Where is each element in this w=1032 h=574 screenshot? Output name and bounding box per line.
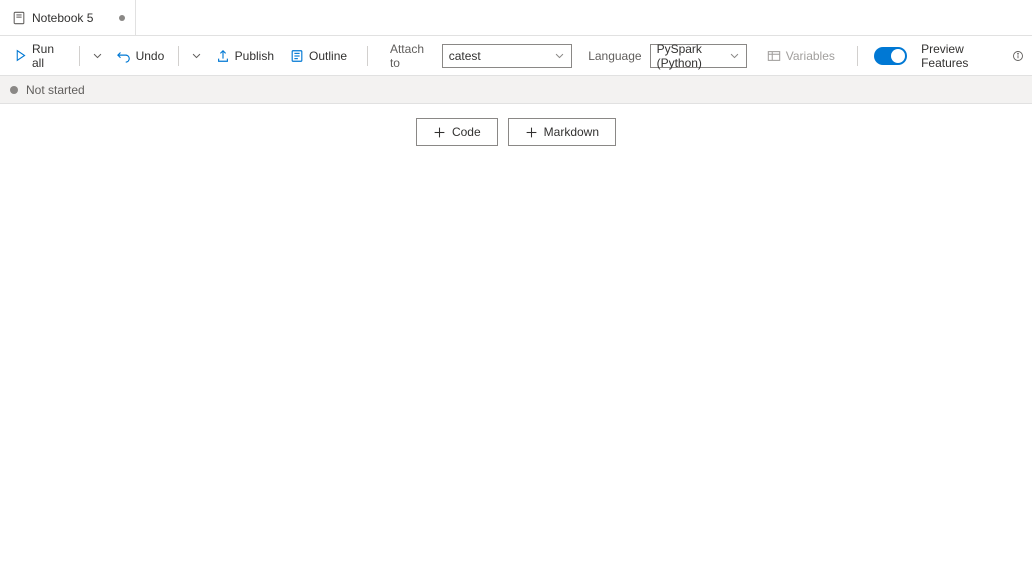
separator <box>367 46 368 66</box>
separator <box>79 46 80 66</box>
run-all-button[interactable]: Run all <box>8 42 71 70</box>
preview-features-toggle[interactable] <box>874 47 907 65</box>
undo-label: Undo <box>136 49 165 63</box>
chevron-down-icon <box>191 50 202 61</box>
chevron-down-icon <box>729 50 740 61</box>
attach-to-dropdown[interactable]: catest <box>442 44 572 68</box>
attach-to-value: catest <box>449 49 481 63</box>
plus-icon <box>433 126 446 139</box>
undo-button[interactable]: Undo <box>111 42 171 70</box>
variables-label: Variables <box>786 49 835 63</box>
publish-button[interactable]: Publish <box>210 42 280 70</box>
add-cell-row: Code Markdown <box>0 118 1032 146</box>
tab-title: Notebook 5 <box>32 11 93 25</box>
language-label: Language <box>588 49 641 63</box>
separator <box>178 46 179 66</box>
separator <box>857 46 858 66</box>
undo-more-button[interactable] <box>187 42 205 70</box>
notebook-tab[interactable]: Notebook 5 <box>6 0 136 35</box>
status-text: Not started <box>26 83 85 97</box>
preview-features-label-group: Preview Features <box>921 42 1024 70</box>
add-code-cell-button[interactable]: Code <box>416 118 498 146</box>
toolbar: Run all Undo Publish Outline Attach to c… <box>0 36 1032 76</box>
language-dropdown[interactable]: PySpark (Python) <box>650 44 747 68</box>
variables-button: Variables <box>761 42 841 70</box>
status-bar: Not started <box>0 76 1032 104</box>
toggle-knob <box>891 49 905 63</box>
tab-bar: Notebook 5 <box>0 0 1032 36</box>
undo-icon <box>117 49 131 63</box>
outline-button[interactable]: Outline <box>284 42 353 70</box>
variables-icon <box>767 49 781 63</box>
add-markdown-cell-button[interactable]: Markdown <box>508 118 616 146</box>
outline-icon <box>290 49 304 63</box>
dirty-indicator-icon <box>119 15 125 21</box>
language-value: PySpark (Python) <box>657 42 729 70</box>
attach-to-label: Attach to <box>390 42 434 70</box>
add-code-label: Code <box>452 125 481 139</box>
add-markdown-label: Markdown <box>544 125 599 139</box>
chevron-down-icon <box>554 50 565 61</box>
notebook-icon <box>12 11 26 25</box>
plus-icon <box>525 126 538 139</box>
play-icon <box>14 49 27 62</box>
status-indicator-icon <box>10 86 18 94</box>
outline-label: Outline <box>309 49 347 63</box>
run-all-label: Run all <box>32 42 65 70</box>
info-icon[interactable] <box>1012 50 1024 62</box>
publish-label: Publish <box>235 49 274 63</box>
run-all-more-button[interactable] <box>88 42 106 70</box>
preview-features-label: Preview Features <box>921 42 1006 70</box>
chevron-down-icon <box>92 50 103 61</box>
publish-icon <box>216 49 230 63</box>
